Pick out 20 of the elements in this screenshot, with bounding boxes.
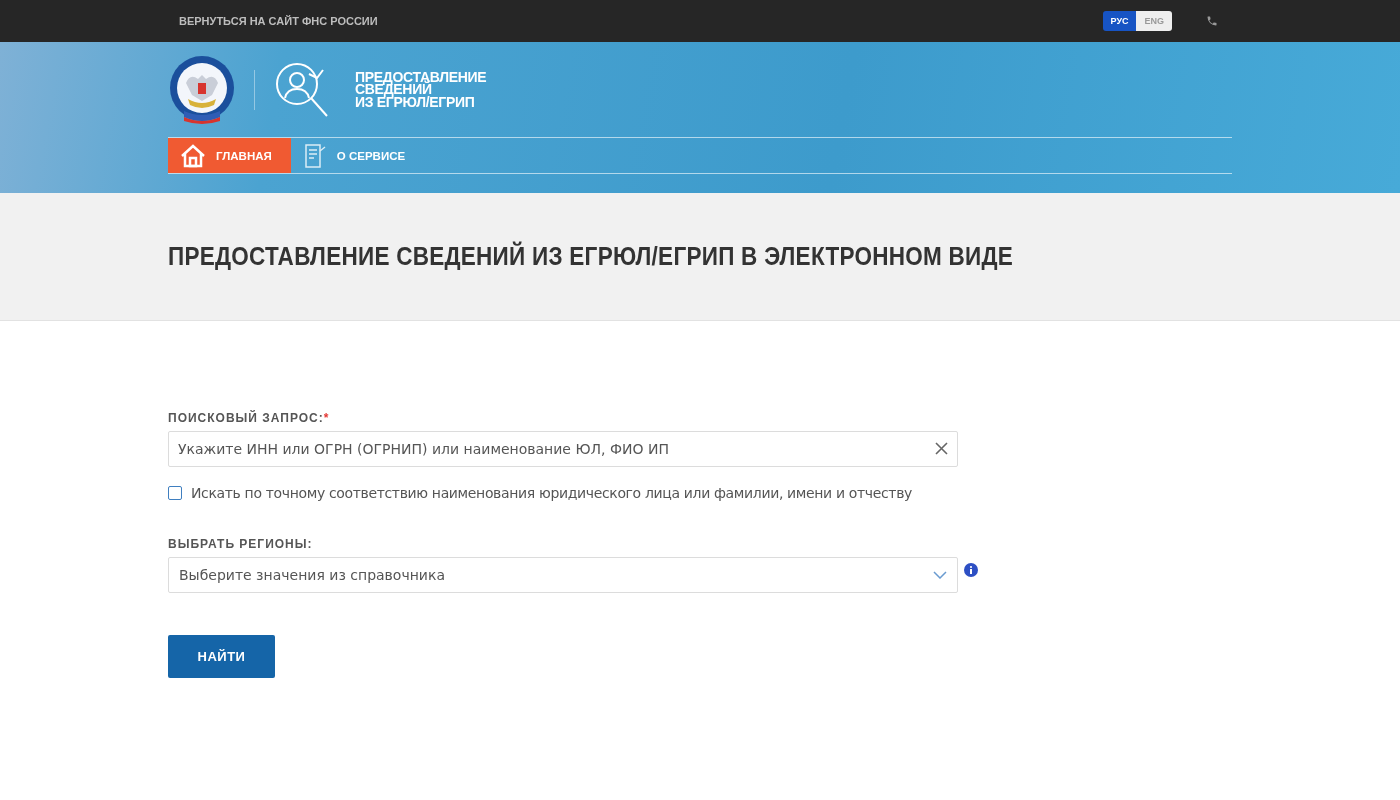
- emblem-logo-drawing: [168, 54, 236, 125]
- document-icon: [302, 142, 327, 169]
- checkbox-label: Искать по точному соответствию наименования юридического лица или фамилии, имени и отчеству: [191, 485, 912, 501]
- service-title: ПРЕДОСТАВЛЕНИЕ СВЕДЕНИЙ ИЗ ЕГРЮЛ/ЕГРИП: [355, 70, 487, 109]
- field-label: ВЫБРАТЬ РЕГИОНЫ:: [168, 537, 313, 551]
- search-field[interactable]: Укажите ИНН или ОГРН (ОГРНИП) или наименование ЮЛ, ФИО ИП: [168, 431, 958, 467]
- checkbox[interactable]: [168, 486, 182, 500]
- required-mark: *: [323, 411, 329, 425]
- field-label: ПОИСКОВЫЙ ЗАПРОС:: [168, 411, 324, 425]
- language-button[interactable]: РУС: [1102, 11, 1137, 31]
- chevron-down-icon: [933, 571, 947, 579]
- region-select[interactable]: Выберите значения из справочника: [168, 557, 958, 593]
- home-icon: [180, 143, 206, 168]
- info-icon[interactable]: [964, 563, 978, 577]
- page-title: ПРЕДОСТАВЛЕНИЕ СВЕДЕНИЙ ИЗ ЕГРЮЛ/ЕГРИП В ЭЛЕКТРОННОМ ВИДЕ: [168, 242, 1015, 271]
- search-button[interactable]: НАЙТИ: [168, 635, 275, 678]
- close-icon[interactable]: [935, 442, 948, 455]
- back-link[interactable]: ВЕРНУТЬСЯ НА САЙТ ФНС РОССИИ: [179, 15, 378, 27]
- phone-icon[interactable]: [1206, 15, 1218, 27]
- nav-tab[interactable]: ГЛАВНАЯ: [168, 138, 291, 173]
